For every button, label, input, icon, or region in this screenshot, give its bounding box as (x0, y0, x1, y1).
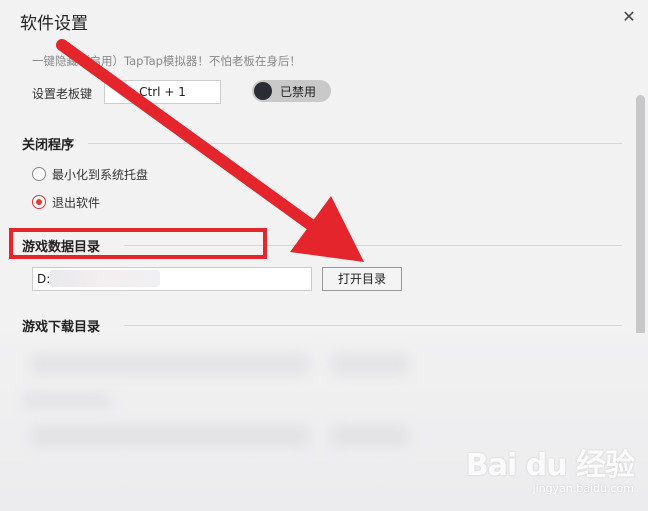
watermark-logo: Bai du 经验 (465, 448, 635, 483)
annotation-arrow (56, 39, 364, 262)
watermark: Bai du 经验 jingyan.baidu.com (465, 440, 635, 495)
